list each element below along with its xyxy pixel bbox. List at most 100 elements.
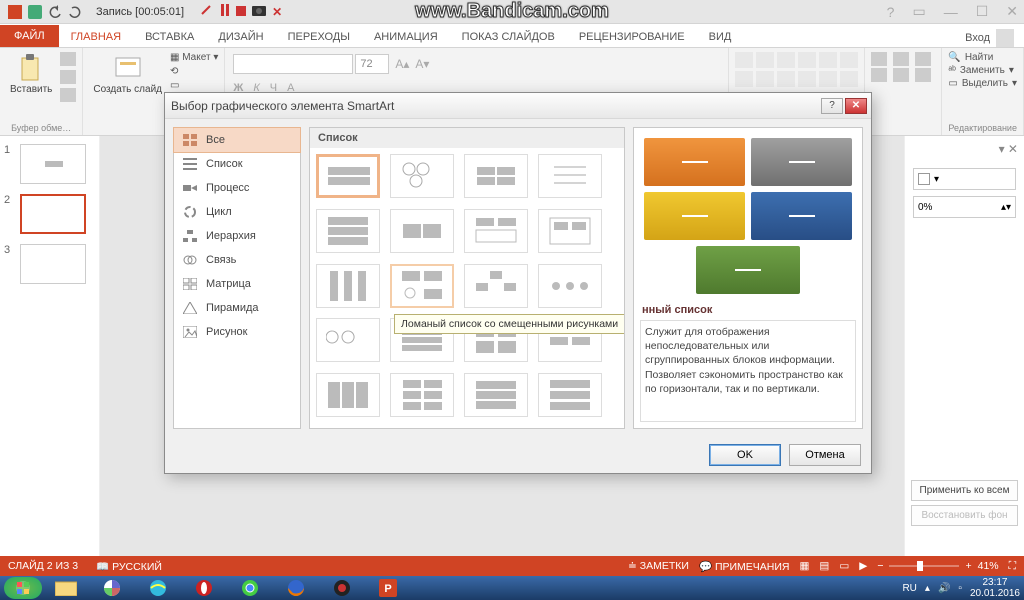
replace-button[interactable]: ᵃᵇЗаменить ▾ — [948, 65, 1017, 76]
gallery-item[interactable] — [390, 209, 454, 253]
rec-pause-icon[interactable] — [220, 4, 230, 19]
fill-type-select[interactable]: ▾ — [913, 168, 1016, 190]
paste-button[interactable]: Вставить — [6, 52, 56, 97]
rec-stop-icon[interactable] — [236, 5, 246, 19]
new-slide-button[interactable]: Создать слайд — [89, 52, 166, 97]
apply-all-button[interactable]: Применить ко всем — [911, 480, 1018, 501]
volume-icon[interactable]: 🔊 — [938, 583, 950, 594]
task-firefox[interactable] — [274, 577, 318, 599]
gallery-grid[interactable]: Ломаный список со смещенными рисунками — [310, 148, 624, 428]
rec-camera-icon[interactable] — [252, 5, 266, 19]
close-icon[interactable]: ✕ — [1006, 3, 1018, 20]
font-family-select[interactable] — [233, 54, 353, 74]
cat-relationship[interactable]: Связь — [174, 248, 300, 272]
redo-icon[interactable] — [68, 5, 82, 19]
thumb-2[interactable]: 2 — [4, 194, 95, 234]
task-chrome[interactable] — [228, 577, 272, 599]
slide-counter[interactable]: СЛАЙД 2 ИЗ 3 — [8, 560, 78, 572]
layout-dropdown[interactable]: ▦ Макет ▾ — [170, 52, 218, 63]
section-button[interactable]: ▭ — [170, 80, 218, 91]
cat-list[interactable]: Список — [174, 152, 300, 176]
cat-process[interactable]: Процесс — [174, 176, 300, 200]
gallery-item[interactable] — [538, 154, 602, 198]
transparency-input[interactable]: 0%▴▾ — [913, 196, 1016, 218]
gallery-item[interactable] — [538, 209, 602, 253]
tab-insert[interactable]: ВСТАВКА — [133, 27, 206, 47]
language-status[interactable]: 📖 РУССКИЙ — [96, 560, 162, 573]
start-button[interactable] — [4, 577, 42, 599]
tab-home[interactable]: ГЛАВНАЯ — [59, 27, 133, 47]
cat-matrix[interactable]: Матрица — [174, 272, 300, 296]
cancel-button[interactable]: Отмена — [789, 444, 861, 466]
gallery-item[interactable] — [316, 373, 380, 417]
decrease-font-icon[interactable]: A▾ — [415, 57, 429, 71]
format-painter-icon[interactable] — [60, 88, 76, 102]
clock-date[interactable]: 20.01.2016 — [970, 588, 1020, 599]
font-size-select[interactable]: 72 — [355, 54, 389, 74]
ok-button[interactable]: OK — [709, 444, 781, 466]
cat-hierarchy[interactable]: Иерархия — [174, 224, 300, 248]
gallery-item[interactable] — [464, 373, 528, 417]
maximize-icon[interactable]: ☐ — [976, 3, 989, 20]
tab-slideshow[interactable]: ПОКАЗ СЛАЙДОВ — [450, 27, 567, 47]
comments-button[interactable]: 💬 ПРИМЕЧАНИЯ — [699, 560, 790, 573]
input-lang[interactable]: RU — [902, 583, 916, 594]
copy-icon[interactable] — [60, 70, 76, 84]
zoom-control[interactable]: − + 41% — [877, 560, 998, 572]
reset-bg-button[interactable]: Восстановить фон — [911, 505, 1018, 526]
notes-button[interactable]: ≐ ЗАМЕТКИ — [628, 560, 689, 572]
task-picasa[interactable] — [90, 577, 134, 599]
bullets-icon[interactable] — [735, 52, 753, 68]
zoom-out-icon[interactable]: − — [877, 560, 883, 572]
gallery-item[interactable] — [464, 154, 528, 198]
gallery-item-hovered[interactable] — [390, 264, 454, 308]
reset-button[interactable]: ⟲ — [170, 66, 218, 77]
task-ie[interactable] — [136, 577, 180, 599]
shape-rect-icon[interactable] — [871, 52, 887, 66]
task-bandicam[interactable] — [320, 577, 364, 599]
gallery-item[interactable] — [316, 209, 380, 253]
undo-icon[interactable] — [48, 5, 62, 19]
tab-file[interactable]: ФАЙЛ — [0, 25, 59, 47]
gallery-item[interactable] — [316, 264, 380, 308]
select-button[interactable]: ▭Выделить ▾ — [948, 78, 1017, 89]
gallery-item[interactable] — [390, 373, 454, 417]
cat-all[interactable]: Все — [173, 127, 301, 153]
cat-pyramid[interactable]: Пирамида — [174, 296, 300, 320]
help-icon[interactable]: ? — [887, 4, 895, 20]
find-button[interactable]: 🔍Найти — [948, 52, 1017, 63]
fit-window-icon[interactable]: ⛶ — [1009, 560, 1016, 573]
task-powerpoint[interactable]: P — [366, 577, 410, 599]
tray-up-icon[interactable]: ▴ — [925, 583, 930, 594]
login-link[interactable]: Вход — [965, 29, 1014, 47]
cut-icon[interactable] — [60, 52, 76, 66]
sorter-view-icon[interactable]: ▤ — [819, 560, 829, 572]
tab-view[interactable]: ВИД — [697, 27, 744, 47]
gallery-item[interactable] — [464, 209, 528, 253]
task-explorer[interactable] — [44, 577, 88, 599]
task-opera[interactable] — [182, 577, 226, 599]
tab-review[interactable]: РЕЦЕНЗИРОВАНИЕ — [567, 27, 697, 47]
tab-anim[interactable]: АНИМАЦИЯ — [362, 27, 450, 47]
rec-draw-icon[interactable] — [200, 4, 214, 19]
normal-view-icon[interactable]: ▦ — [800, 560, 810, 572]
tab-transitions[interactable]: ПЕРЕХОДЫ — [276, 27, 362, 47]
reading-view-icon[interactable]: ▭ — [839, 560, 849, 572]
clock-time[interactable]: 23:17 — [970, 577, 1020, 588]
slideshow-view-icon[interactable]: ▶ — [859, 560, 867, 572]
zoom-in-icon[interactable]: + — [965, 560, 971, 572]
cat-picture[interactable]: Рисунок — [174, 320, 300, 344]
minimize-icon[interactable]: — — [944, 4, 958, 20]
ribbon-collapse-icon[interactable]: ▭ — [912, 3, 925, 20]
gallery-item[interactable] — [316, 318, 380, 362]
cat-cycle[interactable]: Цикл — [174, 200, 300, 224]
dialog-close-icon[interactable]: ✕ — [845, 98, 867, 114]
panel-close-icon[interactable]: ▾ ✕ — [999, 142, 1018, 156]
rec-close-icon[interactable]: ✕ — [272, 5, 282, 19]
gallery-item[interactable] — [316, 154, 380, 198]
network-icon[interactable]: ▫ — [958, 583, 962, 594]
gallery-item[interactable] — [464, 264, 528, 308]
system-tray[interactable]: RU ▴ 🔊 ▫ 23:17 20.01.2016 — [902, 577, 1020, 599]
gallery-item[interactable] — [538, 264, 602, 308]
gallery-item[interactable] — [390, 154, 454, 198]
